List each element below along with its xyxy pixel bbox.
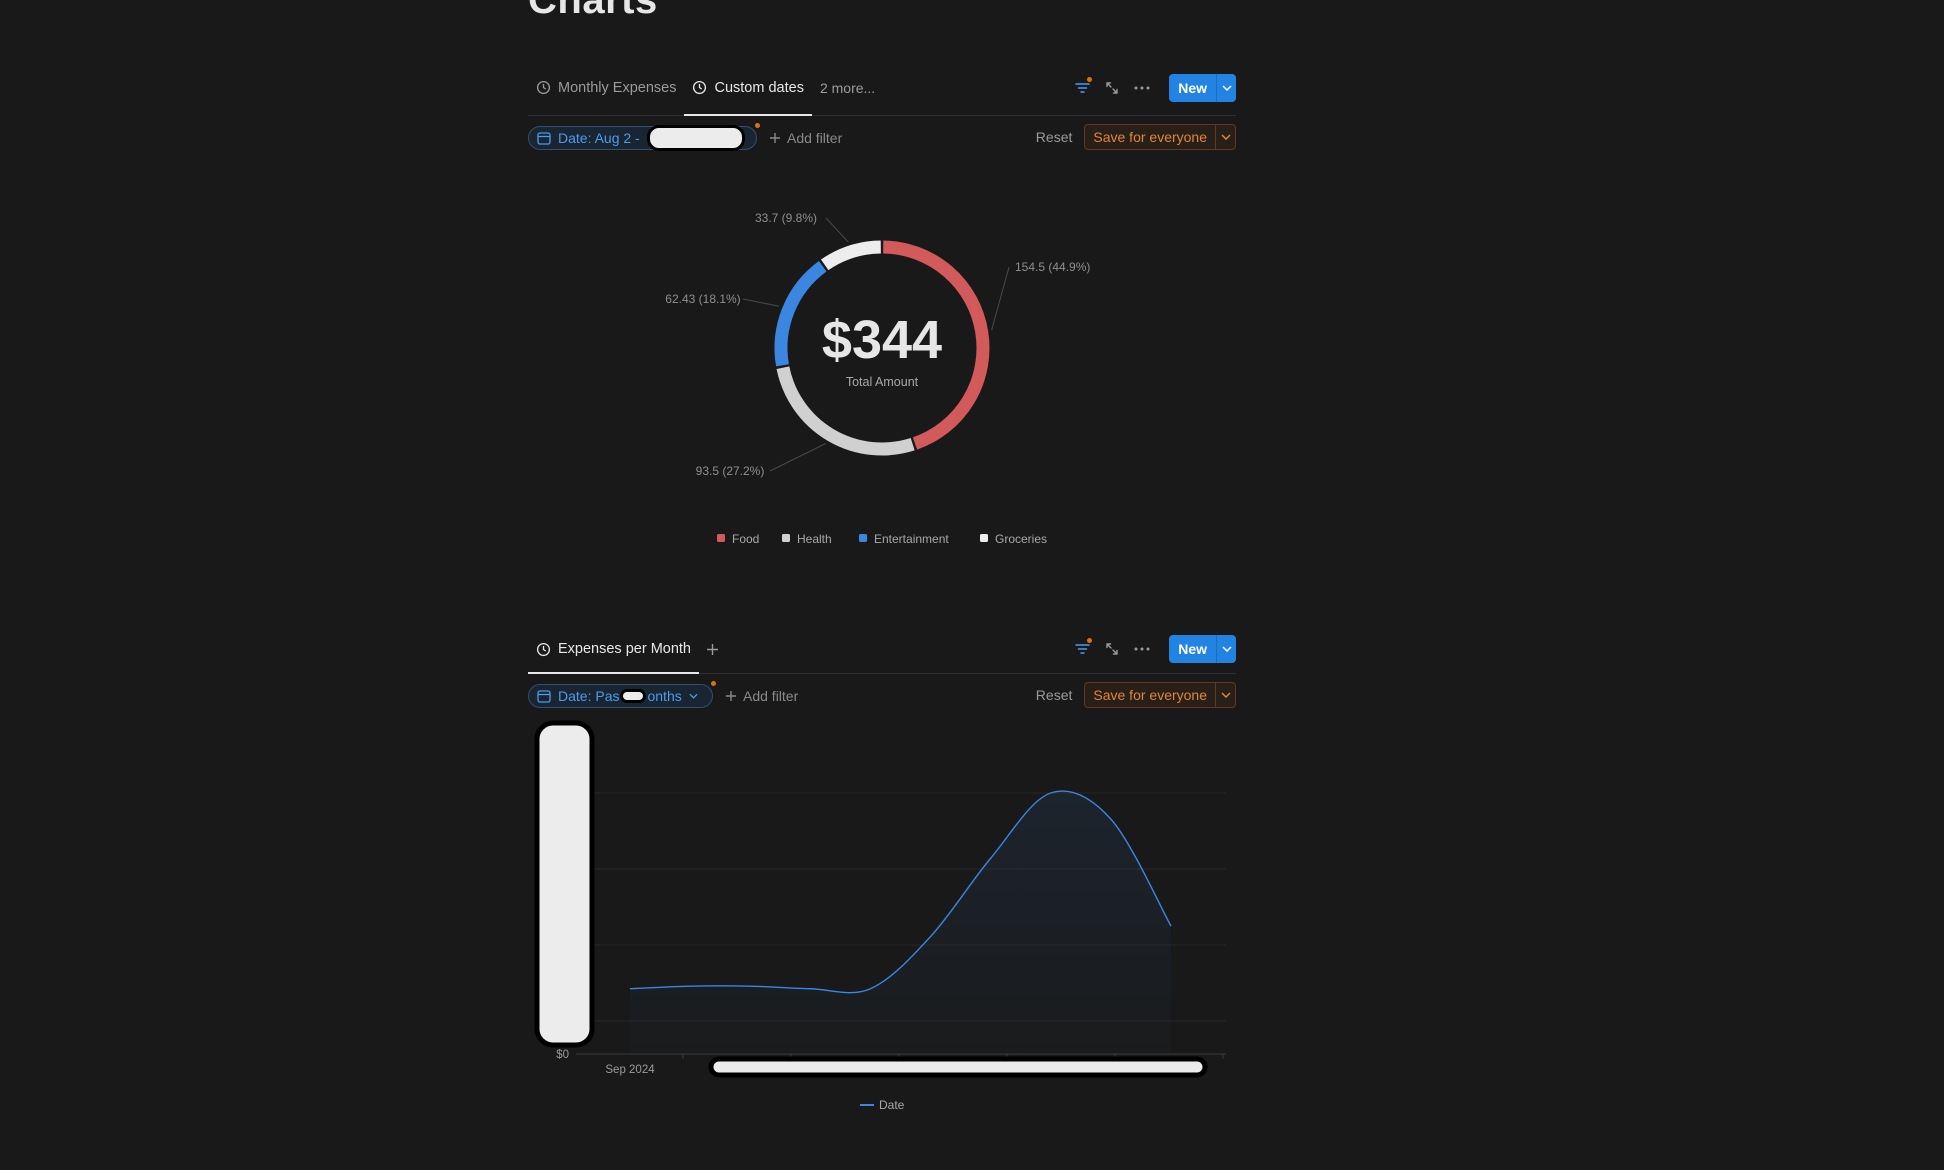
view-tabbar: Monthly Expenses Custom dates 2 more... … [528,60,1236,116]
date-filter-label: Date: Pas [558,688,620,704]
donut-slice-groceries[interactable] [821,240,882,271]
donut-slice-entertainment[interactable] [774,260,827,367]
filter-icon[interactable] [1073,77,1093,97]
y-tick-label: $0 [556,1049,569,1061]
chevron-down-icon [1221,85,1232,91]
date-filter-chip[interactable]: Date: Aug 2 - [528,123,760,151]
redaction-block [708,1056,1208,1078]
view-tabbar: Expenses per Month .view .tab.active::af… [528,625,1236,674]
x-tick-label: Sep 2024 [605,1064,655,1076]
donut-data-label: 93.5 (27.2%) [696,464,765,478]
view-toolbar: New [1073,74,1236,102]
filter-changed-dot [711,681,716,686]
save-for-everyone-button[interactable]: Save for everyone [1085,125,1215,149]
page-title: Charts [528,0,658,22]
chevron-down-icon [1220,134,1231,140]
legend-swatch [980,534,988,542]
donut-leader-line [769,443,826,472]
donut-chart: 154.5 (44.9%) 93.5 (27.2%) 62.43 (18.1%) 33… [665,211,1090,546]
donut-leader-line [825,217,849,243]
new-button-group: New [1169,635,1236,663]
donut-center-value: $344 [822,310,942,370]
add-filter-label: Add filter [787,130,843,146]
more-tabs-button[interactable]: 2 more... [812,80,883,96]
save-dropdown-button[interactable] [1215,683,1235,707]
donut-center-label: Total Amount [846,375,919,389]
legend-label[interactable]: Entertainment [874,532,949,546]
legend-label[interactable]: Health [797,532,832,546]
reset-button[interactable]: Reset [1036,687,1073,703]
add-filter-label: Add filter [743,688,799,704]
filter-bar: Date: Pas onths Add filter Reset Save fo… [528,674,1236,718]
redaction-block [534,720,595,1048]
area-view: Expenses per Month .view .tab.active::af… [528,625,1236,718]
more-options-icon[interactable] [1133,79,1151,97]
calendar-icon [537,690,551,703]
new-button[interactable]: New [1169,74,1216,102]
filter-active-dot [1087,77,1093,82]
area-chart: $0 Sep 2024 Date [534,720,1226,1112]
add-filter-button[interactable]: Add filter [725,688,798,704]
new-button-group: New [1169,74,1236,102]
save-button-group: Save for everyone [1084,124,1236,150]
save-dropdown-button[interactable] [1215,125,1235,149]
area-fill [630,791,1171,1054]
date-filter-label-end: onths [647,688,682,704]
filter-icon[interactable] [1073,638,1093,658]
legend-label: Date [879,1098,905,1112]
clock-icon [536,80,551,95]
legend-swatch [717,534,725,542]
tab-label: Monthly Expenses [558,79,677,96]
donut-data-label: 33.7 (9.8%) [755,211,817,225]
donut-data-label: 154.5 (44.9%) [1015,260,1090,274]
filter-bar-actions: Reset Save for everyone [1036,682,1236,708]
redaction-block [620,689,647,703]
filter-active-dot [1087,638,1093,643]
save-for-everyone-button[interactable]: Save for everyone [1085,683,1215,707]
reset-button[interactable]: Reset [1036,129,1073,145]
expand-icon[interactable] [1103,640,1121,658]
plus-icon [726,691,736,701]
add-view-icon[interactable] [703,640,721,658]
new-dropdown-button[interactable] [1216,635,1236,663]
view-toolbar: New [1073,635,1236,663]
donut-leader-line [742,298,780,307]
legend-swatch [782,534,790,542]
filter-bar-actions: Reset Save for everyone [1036,124,1236,150]
legend-label[interactable]: Groceries [995,532,1047,546]
chevron-down-icon [689,693,698,699]
tab-monthly-expenses[interactable]: Monthly Expenses [528,60,684,115]
date-filter-chip[interactable]: Date: Pas onths [528,681,716,708]
tab-expenses-per-month[interactable]: Expenses per Month [528,625,699,674]
tab-label: Expenses per Month [558,641,691,657]
donut-data-label: 62.43 (18.1%) [665,292,740,306]
donut-leader-line [991,266,1010,331]
new-button[interactable]: New [1169,635,1216,663]
donut-view: Monthly Expenses Custom dates 2 more... … [528,60,1236,160]
redaction-block [647,125,745,151]
filter-bar: Date: Aug 2 - Add filter Reset Save for … [528,116,1236,160]
legend-label[interactable]: Food [732,532,759,546]
save-button-group: Save for everyone [1084,682,1236,708]
add-filter-button[interactable]: Add filter [769,130,842,146]
chevron-down-icon [1220,692,1231,698]
clock-icon [693,80,707,95]
tab-custom-dates[interactable]: Custom dates [684,60,813,116]
filter-changed-dot [755,123,760,128]
tab-label: Custom dates [714,79,804,96]
chevron-down-icon [1221,646,1232,652]
legend-swatch [859,534,867,542]
new-dropdown-button[interactable] [1216,74,1236,102]
date-filter-label: Date: Aug 2 - [558,130,640,146]
expand-icon[interactable] [1103,79,1121,97]
plus-icon [770,133,780,143]
more-options-icon[interactable] [1133,640,1151,658]
clock-icon [536,642,551,656]
calendar-icon [537,132,551,145]
